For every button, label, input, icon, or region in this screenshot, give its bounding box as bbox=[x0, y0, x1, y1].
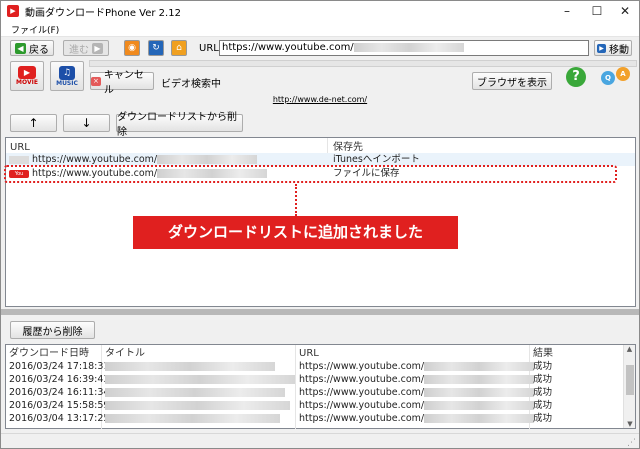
back-arrow-icon: ◀ bbox=[15, 42, 26, 54]
history-title bbox=[105, 412, 280, 425]
scroll-thumb[interactable] bbox=[626, 365, 634, 395]
url-input[interactable]: https://www.youtube.com/ bbox=[219, 40, 589, 56]
history-date: 2016/03/24 15:58:59 bbox=[9, 400, 110, 411]
redacted bbox=[105, 362, 275, 371]
history-title bbox=[105, 360, 275, 373]
stop-icon[interactable]: ◉ bbox=[124, 40, 140, 56]
forward-arrow-icon: ▶ bbox=[92, 42, 103, 54]
redacted bbox=[424, 414, 535, 423]
vertical-scrollbar[interactable]: ▲ ▼ bbox=[623, 345, 635, 428]
redacted bbox=[105, 375, 295, 384]
history-url: https://www.youtube.com/ bbox=[299, 386, 535, 399]
music-note-icon: ♫ bbox=[59, 66, 75, 80]
scroll-up-icon[interactable]: ▲ bbox=[624, 345, 635, 353]
move-down-button[interactable]: ↓ bbox=[63, 114, 110, 132]
history-url: https://www.youtube.com/ bbox=[299, 399, 535, 412]
q-bubble: Q bbox=[601, 71, 615, 85]
history-result: 成功 bbox=[533, 361, 553, 372]
menu-file[interactable]: ファイル(F) bbox=[11, 23, 59, 36]
scroll-down-icon[interactable]: ▼ bbox=[624, 420, 636, 428]
progress-bar bbox=[89, 60, 637, 67]
history-url: https://www.youtube.com/ bbox=[299, 360, 535, 373]
history-title bbox=[105, 373, 295, 386]
history-date: 2016/03/24 16:39:43 bbox=[9, 374, 110, 385]
cancel-label: キャンセル bbox=[103, 70, 144, 96]
resize-grip-icon[interactable]: ⋰ bbox=[627, 438, 636, 448]
url-value: https://www.youtube.com/ bbox=[222, 42, 354, 53]
refresh-icon[interactable]: ↻ bbox=[148, 40, 164, 56]
status-text: ビデオ検索中 bbox=[161, 79, 221, 90]
movie-label: MOVIE bbox=[16, 79, 38, 86]
qa-icon[interactable]: Q A bbox=[601, 67, 631, 87]
go-button[interactable]: ▶ 移動 bbox=[594, 40, 632, 56]
music-label: MUSIC bbox=[56, 80, 78, 87]
redacted bbox=[424, 401, 535, 410]
menu-bar: ファイル(F) bbox=[1, 21, 639, 37]
home-icon[interactable]: ⌂ bbox=[171, 40, 187, 56]
youtube-icon bbox=[9, 155, 29, 164]
help-icon[interactable]: ? bbox=[566, 67, 586, 87]
history-result: 成功 bbox=[533, 387, 553, 398]
highlight-box bbox=[4, 165, 617, 183]
history-date: 2016/03/24 16:11:34 bbox=[9, 387, 110, 398]
go-label: 移動 bbox=[609, 44, 629, 56]
history-date: 2016/03/24 17:18:31 bbox=[9, 361, 110, 372]
back-button[interactable]: ◀ 戻る bbox=[10, 40, 54, 56]
cancel-button[interactable]: × キャンセル bbox=[90, 70, 154, 96]
app-window: ▶ 動画ダウンロードPhone Ver 2.12 – ☐ ✕ ファイル(F) ◀… bbox=[0, 0, 640, 449]
back-label: 戻る bbox=[29, 44, 49, 56]
redacted bbox=[105, 401, 290, 410]
move-up-button[interactable]: ↑ bbox=[10, 114, 57, 132]
history-result: 成功 bbox=[533, 413, 553, 424]
callout-connector bbox=[295, 184, 297, 216]
remove-from-list-button[interactable]: ダウンロードリストから削除 bbox=[116, 112, 243, 138]
column-divider bbox=[327, 138, 328, 154]
app-icon: ▶ bbox=[7, 5, 19, 17]
redacted bbox=[157, 155, 258, 164]
history-url: https://www.youtube.com/ bbox=[299, 412, 535, 425]
movie-button[interactable]: ▶ MOVIE bbox=[10, 61, 44, 91]
title-bar: ▶ 動画ダウンロードPhone Ver 2.12 – ☐ ✕ bbox=[1, 1, 639, 21]
url-label: URL bbox=[199, 43, 219, 54]
cancel-icon: × bbox=[91, 76, 101, 86]
history-list[interactable]: ダウンロード日時 タイトル URL 結果 2016/03/24 17:18:31… bbox=[5, 344, 636, 429]
close-button[interactable]: ✕ bbox=[607, 1, 640, 21]
music-button[interactable]: ♫ MUSIC bbox=[50, 61, 84, 91]
history-title bbox=[105, 399, 290, 412]
history-result: 成功 bbox=[533, 400, 553, 411]
column-divider bbox=[295, 345, 296, 429]
history-date: 2016/03/04 13:17:25 bbox=[9, 413, 110, 424]
history-title bbox=[105, 386, 285, 399]
history-result: 成功 bbox=[533, 374, 553, 385]
redacted bbox=[105, 414, 280, 423]
redacted bbox=[424, 375, 535, 384]
status-bar: ⋰ bbox=[1, 433, 639, 448]
remove-from-history-button[interactable]: 履歴から削除 bbox=[10, 321, 95, 339]
forward-label: 進む bbox=[69, 44, 89, 56]
go-arrow-icon: ▶ bbox=[597, 43, 606, 53]
history-url: https://www.youtube.com/ bbox=[299, 373, 535, 386]
website-link[interactable]: http://www.de-net.com/ bbox=[1, 95, 639, 104]
redacted bbox=[105, 388, 285, 397]
a-bubble: A bbox=[616, 67, 630, 81]
list-item-url: https://www.youtube.com/ bbox=[32, 154, 158, 165]
callout-message: ダウンロードリストに追加されました bbox=[133, 216, 458, 249]
redacted bbox=[424, 388, 535, 397]
pane-splitter[interactable] bbox=[1, 309, 639, 315]
play-icon: ▶ bbox=[18, 66, 36, 79]
window-title: 動画ダウンロードPhone Ver 2.12 bbox=[25, 7, 181, 19]
show-browser-button[interactable]: ブラウザを表示 bbox=[472, 72, 552, 90]
forward-button[interactable]: 進む ▶ bbox=[63, 40, 109, 56]
redacted bbox=[424, 362, 535, 371]
redacted bbox=[353, 42, 464, 52]
